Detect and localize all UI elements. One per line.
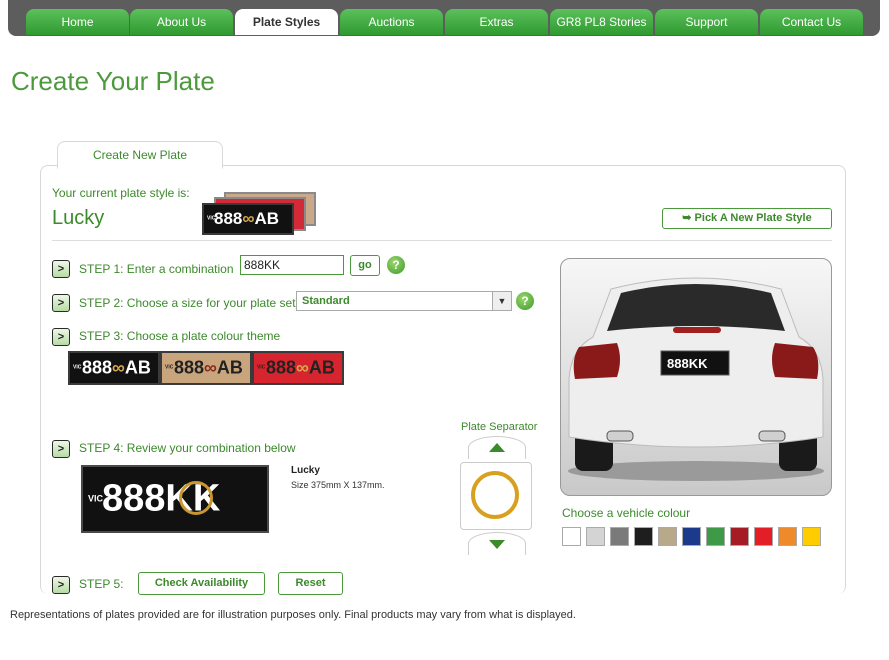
review-plate-size: Size 375mm X 137mm. xyxy=(291,480,385,490)
tab-contact-us[interactable]: Contact Us xyxy=(760,9,863,35)
theme-black-text: 888∞AB xyxy=(82,357,151,378)
right-tail-light xyxy=(772,343,819,379)
step1-help-icon[interactable]: ? xyxy=(387,256,405,274)
disclaimer-footnote: Representations of plates provided are f… xyxy=(10,609,576,621)
vehicle-colour-swatch[interactable] xyxy=(706,527,725,546)
lucky-knot-icon: ∞ xyxy=(112,357,125,378)
step2-arrow-icon: > xyxy=(52,294,70,312)
theme-black-plate[interactable]: VIC 888∞AB xyxy=(68,351,160,385)
vehicle-colour-swatch[interactable] xyxy=(562,527,581,546)
pick-new-plate-style-label: Pick A New Plate Style xyxy=(694,212,812,224)
chevron-down-icon xyxy=(489,540,505,549)
plate-size-selected: Standard xyxy=(302,295,350,307)
step5-arrow-icon: > xyxy=(52,576,70,594)
step5-label: STEP 5: xyxy=(79,577,124,591)
car-plate-text: 888KK xyxy=(667,356,708,371)
dragon-icon xyxy=(471,471,519,519)
chevron-down-icon[interactable]: ▼ xyxy=(492,292,511,310)
reset-button[interactable]: Reset xyxy=(278,572,343,595)
plate-state-label: VIC xyxy=(165,364,174,371)
plate-state-label: VIC xyxy=(88,493,104,504)
theme-tan-plate[interactable]: VIC 888∞AB xyxy=(160,351,252,385)
vehicle-colour-swatch[interactable] xyxy=(802,527,821,546)
page-title: Create Your Plate xyxy=(11,66,215,96)
tab-create-new-plate[interactable]: Create New Plate xyxy=(57,141,223,169)
tab-home[interactable]: Home xyxy=(26,9,129,35)
left-tail-light xyxy=(573,343,620,379)
rear-window xyxy=(607,284,785,331)
vehicle-colour-swatch[interactable] xyxy=(610,527,629,546)
plate-size-select[interactable]: Standard ▼ xyxy=(296,291,512,311)
divider xyxy=(52,240,832,241)
lucky-knot-icon: ∞ xyxy=(296,357,309,378)
step1-label: STEP 1: Enter a combination xyxy=(79,262,234,276)
tab-extras[interactable]: Extras xyxy=(445,9,548,35)
plate-state-label: VIC xyxy=(207,215,216,222)
plate-state-label: VIC xyxy=(257,364,266,371)
combination-input[interactable] xyxy=(240,255,344,275)
tab-support[interactable]: Support xyxy=(655,9,758,35)
right-exhaust xyxy=(758,430,786,442)
step2-help-icon[interactable]: ? xyxy=(516,292,534,310)
step2-label: STEP 2: Choose a size for your plate set xyxy=(79,296,296,310)
step3-label: STEP 3: Choose a plate colour theme xyxy=(79,329,281,343)
current-style-label: Your current plate style is: xyxy=(52,186,190,200)
vehicle-colour-swatch[interactable] xyxy=(730,527,749,546)
car-rear-illustration xyxy=(568,277,824,481)
vehicle-colour-swatch[interactable] xyxy=(754,527,773,546)
vehicle-colour-swatch[interactable] xyxy=(778,527,797,546)
theme-red-plate[interactable]: VIC 888∞AB xyxy=(252,351,344,385)
step1-arrow-icon: > xyxy=(52,260,70,278)
back-arrow-icon: ➥ xyxy=(682,212,692,224)
step4-arrow-icon: > xyxy=(52,440,70,458)
vehicle-colour-swatch[interactable] xyxy=(682,527,701,546)
pick-new-plate-style-button[interactable]: ➥ Pick A New Plate Style xyxy=(662,208,832,229)
tab-auctions[interactable]: Auctions xyxy=(340,9,443,35)
plate-separator-label: Plate Separator xyxy=(461,421,538,433)
chevron-up-icon xyxy=(489,443,505,452)
lucky-knot-icon: ∞ xyxy=(204,357,217,378)
vehicle-preview: 888KK xyxy=(560,258,832,496)
separator-prev-button[interactable] xyxy=(468,436,526,459)
tab-about-us[interactable]: About Us xyxy=(130,9,233,35)
brake-light xyxy=(673,327,721,333)
step3-arrow-icon: > xyxy=(52,328,70,346)
separator-next-button[interactable] xyxy=(468,532,526,555)
plate-thumb-text: 888∞AB xyxy=(214,209,280,228)
check-availability-button[interactable]: Check Availability xyxy=(138,572,265,595)
current-style-name: Lucky xyxy=(52,207,105,229)
step4-label: STEP 4: Review your combination below xyxy=(79,441,296,455)
review-plate-name: Lucky xyxy=(291,465,320,476)
vehicle-colour-swatch[interactable] xyxy=(586,527,605,546)
separator-dragon-thumbnail[interactable] xyxy=(460,462,532,530)
theme-red-text: 888∞AB xyxy=(266,357,335,378)
dragon-emblem-icon xyxy=(179,481,213,515)
vehicle-colour-label: Choose a vehicle colour xyxy=(562,506,691,520)
tab-plate-styles[interactable]: Plate Styles xyxy=(235,9,338,35)
tab-gr8-pl8-stories[interactable]: GR8 PL8 Stories xyxy=(550,9,653,35)
lucky-knot-icon: ∞ xyxy=(242,209,255,228)
vehicle-colour-swatch[interactable] xyxy=(634,527,653,546)
review-plate: VIC 888KK xyxy=(81,465,269,533)
theme-tan-text: 888∞AB xyxy=(174,357,243,378)
plate-state-label: VIC xyxy=(73,364,82,371)
vehicle-colour-swatch[interactable] xyxy=(658,527,677,546)
left-exhaust xyxy=(606,430,634,442)
go-button[interactable]: go xyxy=(350,255,380,276)
plate-thumb-black: VIC 888∞AB xyxy=(202,203,294,235)
